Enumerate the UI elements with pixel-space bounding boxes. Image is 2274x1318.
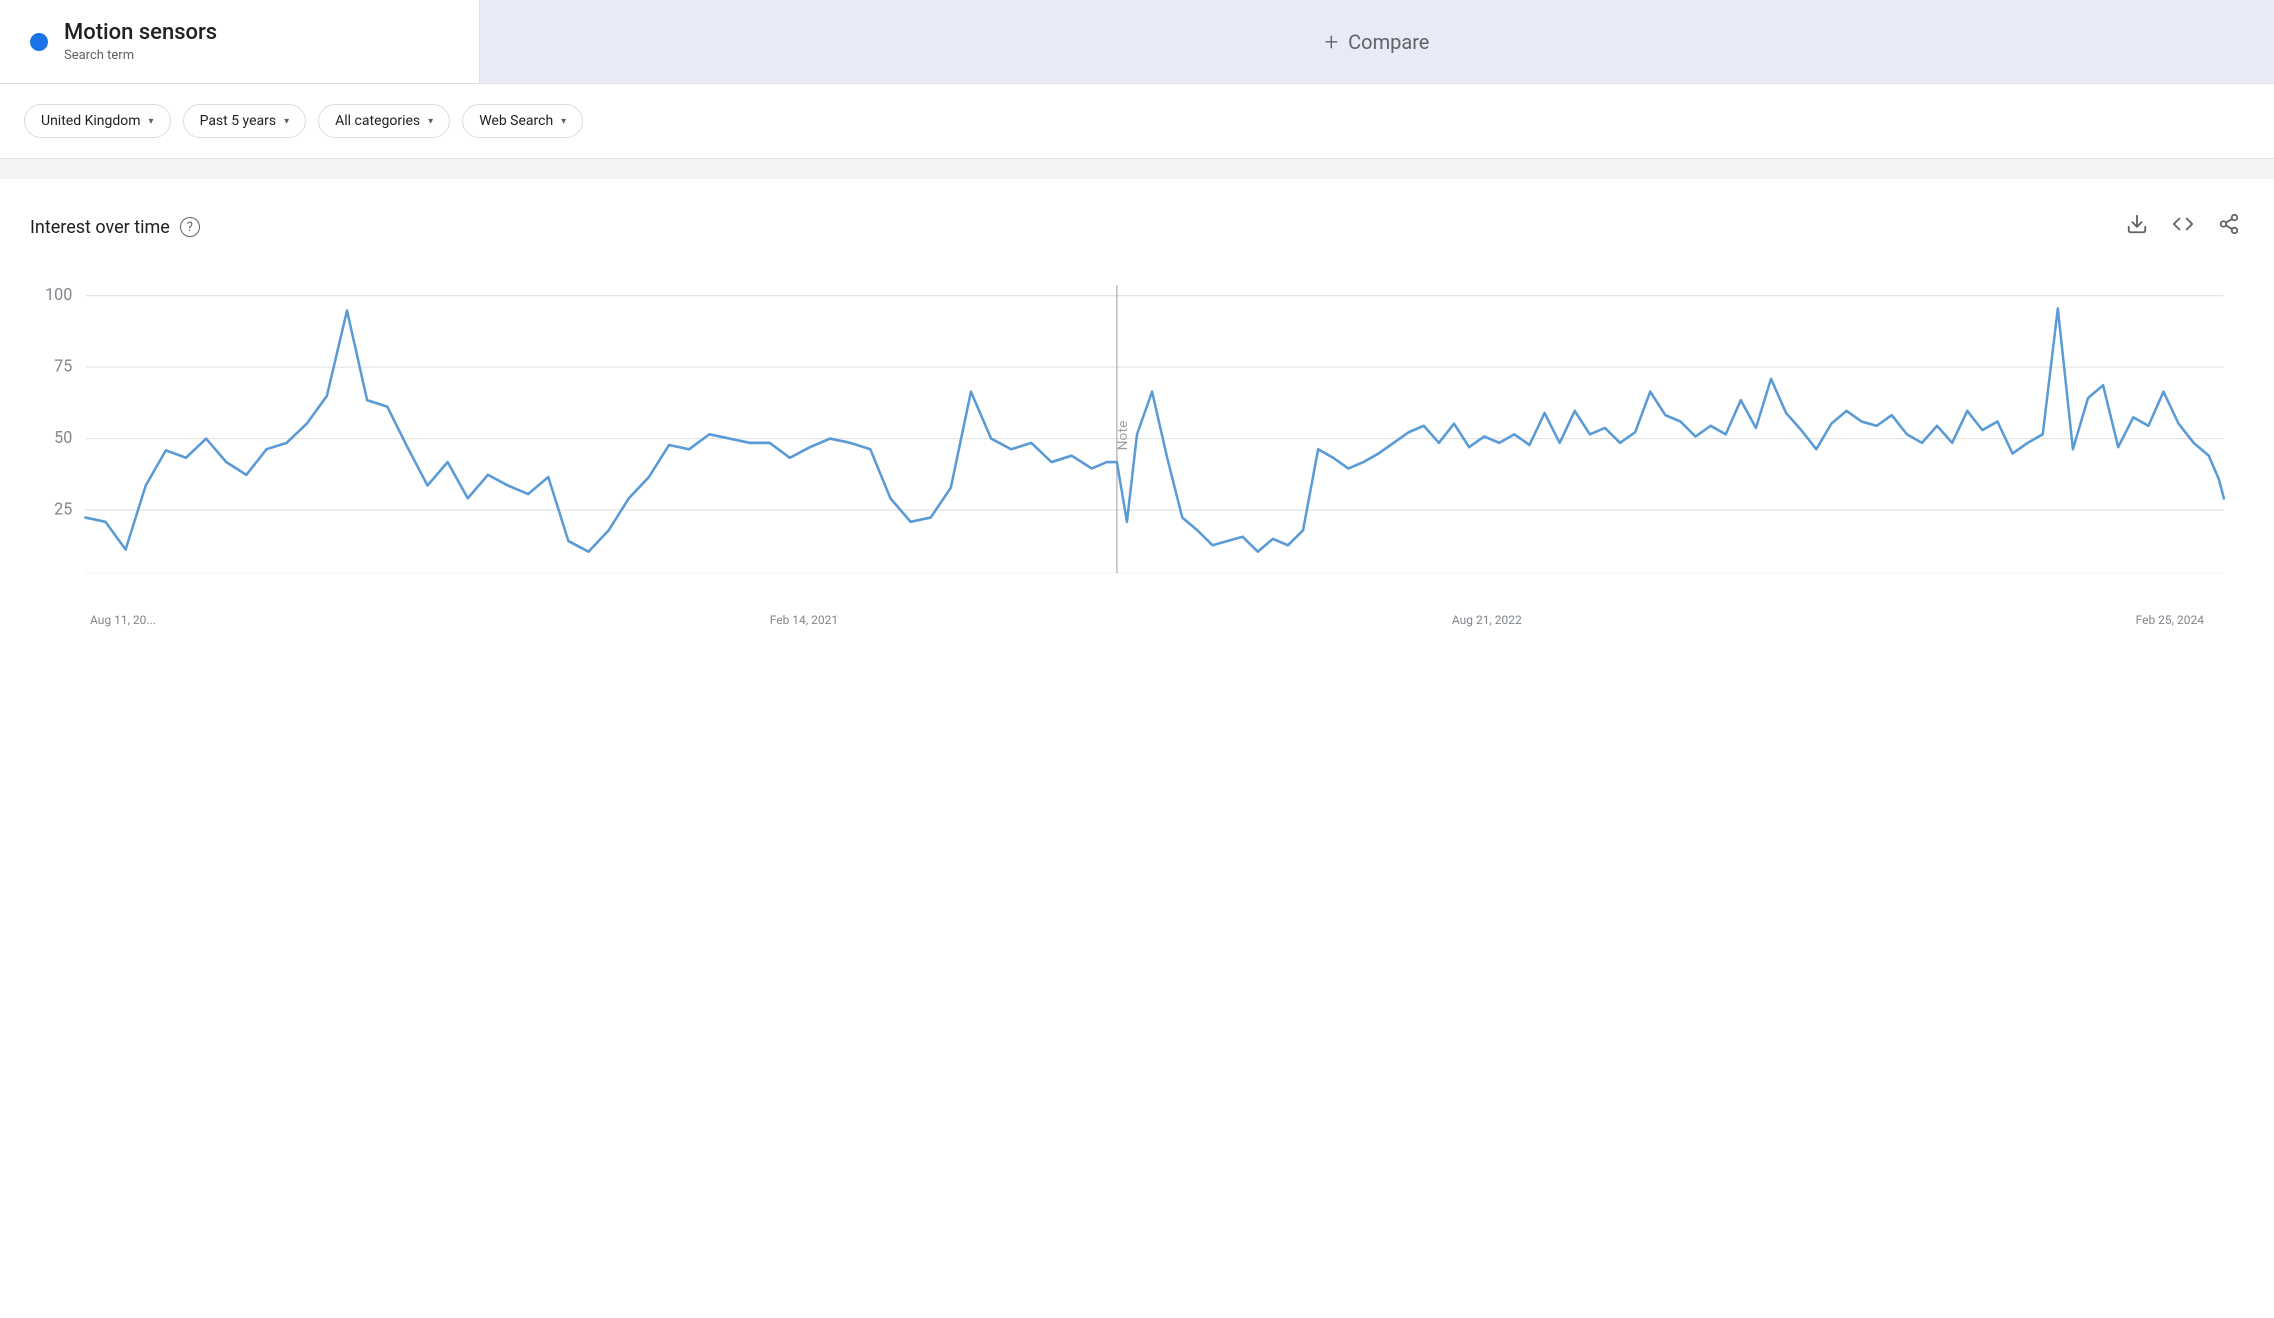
type-filter-label: Web Search bbox=[479, 113, 553, 129]
chart-actions bbox=[2122, 209, 2244, 245]
chart-container: 100 75 50 25 Note bbox=[30, 285, 2244, 605]
chart-line bbox=[85, 309, 2224, 552]
embed-button[interactable] bbox=[2168, 209, 2198, 245]
category-filter[interactable]: All categories ▾ bbox=[318, 104, 450, 138]
search-term-text: Motion sensors Search term bbox=[64, 20, 217, 63]
download-button[interactable] bbox=[2122, 209, 2152, 245]
svg-text:50: 50 bbox=[54, 429, 72, 449]
search-term-subtitle: Search term bbox=[64, 48, 217, 63]
type-chevron-icon: ▾ bbox=[561, 116, 566, 127]
search-term-title: Motion sensors bbox=[64, 20, 217, 46]
region-filter[interactable]: United Kingdom ▾ bbox=[24, 104, 171, 138]
x-label-2: Aug 21, 2022 bbox=[1452, 613, 1522, 627]
share-button[interactable] bbox=[2214, 209, 2244, 245]
svg-text:100: 100 bbox=[45, 286, 72, 306]
search-term-box: Motion sensors Search term bbox=[0, 0, 480, 83]
header-area: Motion sensors Search term + Compare bbox=[0, 0, 2274, 84]
region-filter-label: United Kingdom bbox=[41, 113, 141, 129]
compare-plus-icon: + bbox=[1325, 28, 1339, 56]
compare-label: Compare bbox=[1348, 30, 1429, 54]
chart-header: Interest over time ? bbox=[30, 209, 2244, 245]
svg-text:Note: Note bbox=[1115, 421, 1131, 451]
x-label-0: Aug 11, 20... bbox=[90, 613, 156, 627]
svg-text:25: 25 bbox=[54, 500, 72, 520]
region-chevron-icon: ▾ bbox=[149, 116, 154, 127]
time-filter-label: Past 5 years bbox=[200, 113, 277, 129]
blue-dot-indicator bbox=[30, 33, 48, 51]
x-label-3: Feb 25, 2024 bbox=[2136, 613, 2204, 627]
filters-area: United Kingdom ▾ Past 5 years ▾ All cate… bbox=[0, 84, 2274, 159]
svg-text:75: 75 bbox=[54, 357, 72, 377]
x-label-1: Feb 14, 2021 bbox=[770, 613, 838, 627]
chart-title: Interest over time bbox=[30, 217, 170, 238]
time-chevron-icon: ▾ bbox=[284, 116, 289, 127]
chart-section: Interest over time ? bbox=[0, 179, 2274, 667]
category-chevron-icon: ▾ bbox=[428, 116, 433, 127]
time-filter[interactable]: Past 5 years ▾ bbox=[183, 104, 307, 138]
compare-box[interactable]: + Compare bbox=[480, 0, 2274, 83]
interest-over-time-chart: 100 75 50 25 Note bbox=[30, 285, 2244, 605]
section-divider bbox=[0, 159, 2274, 179]
x-axis-labels: Aug 11, 20... Feb 14, 2021 Aug 21, 2022 … bbox=[30, 605, 2244, 627]
chart-title-group: Interest over time ? bbox=[30, 217, 200, 238]
help-icon[interactable]: ? bbox=[180, 217, 200, 237]
type-filter[interactable]: Web Search ▾ bbox=[462, 104, 583, 138]
category-filter-label: All categories bbox=[335, 113, 420, 129]
